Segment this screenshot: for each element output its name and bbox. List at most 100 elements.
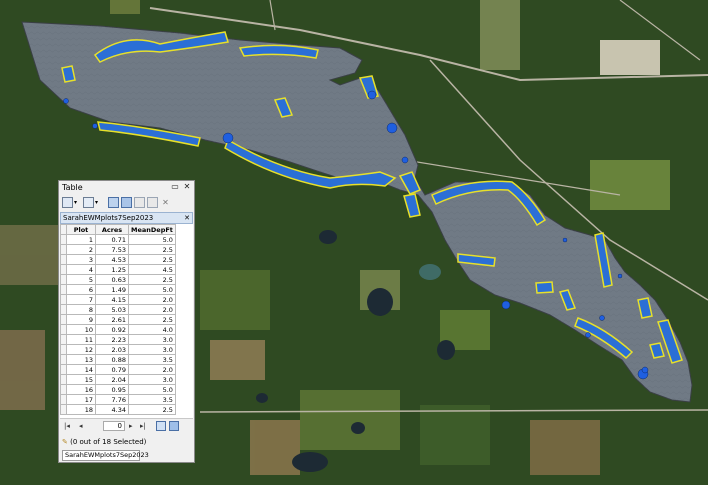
table-row[interactable]: 6 1.49 5.0 bbox=[60, 284, 176, 295]
table-header-row: Plot Acres MeanDepFt bbox=[60, 224, 176, 235]
cell-plot: 6 bbox=[66, 284, 96, 295]
zoom-to-selected-icon[interactable] bbox=[147, 197, 158, 208]
select-by-attributes-icon[interactable] bbox=[108, 197, 119, 208]
cell-acres: 0.71 bbox=[95, 234, 129, 245]
cell-plot: 4 bbox=[66, 264, 96, 275]
cell-plot: 10 bbox=[66, 324, 96, 335]
cell-acres: 0.79 bbox=[95, 364, 129, 375]
table-row[interactable]: 10 0.92 4.0 bbox=[60, 324, 176, 335]
cell-plot: 1 bbox=[66, 234, 96, 245]
table-row[interactable]: 17 7.76 3.5 bbox=[60, 394, 176, 405]
cell-meandepft: 2.5 bbox=[128, 274, 176, 285]
layer-table-tab[interactable]: SarahEWMplots7Sep2023 ✕ bbox=[60, 212, 193, 224]
table-row[interactable]: 13 0.88 3.5 bbox=[60, 354, 176, 365]
cell-meandepft: 3.5 bbox=[128, 354, 176, 365]
cell-meandepft: 5.0 bbox=[128, 284, 176, 295]
next-record-icon[interactable]: ▸ bbox=[129, 422, 133, 430]
cell-meandepft: 4.5 bbox=[128, 264, 176, 275]
window-titlebar[interactable]: Table ▭ ✕ bbox=[59, 181, 194, 194]
related-tables-icon[interactable] bbox=[83, 197, 94, 208]
table-row[interactable]: 4 1.25 4.5 bbox=[60, 264, 176, 275]
cell-plot: 7 bbox=[66, 294, 96, 305]
close-icon[interactable]: ✕ bbox=[182, 182, 192, 192]
cell-acres: 2.04 bbox=[95, 374, 129, 385]
cell-plot: 18 bbox=[66, 404, 96, 415]
cell-plot: 12 bbox=[66, 344, 96, 355]
delete-selected-icon[interactable]: ✕ bbox=[160, 197, 171, 208]
pin-icon[interactable]: ▭ bbox=[170, 182, 180, 192]
layer-table-name: SarahEWMplots7Sep2023 bbox=[63, 214, 154, 222]
column-header-acres[interactable]: Acres bbox=[95, 224, 129, 235]
cell-acres: 2.23 bbox=[95, 334, 129, 345]
table-options-icon[interactable] bbox=[62, 197, 73, 208]
cell-plot: 3 bbox=[66, 254, 96, 265]
cell-meandepft: 3.0 bbox=[128, 344, 176, 355]
table-row[interactable]: 16 0.95 5.0 bbox=[60, 384, 176, 395]
cell-plot: 16 bbox=[66, 384, 96, 395]
cell-meandepft: 2.5 bbox=[128, 404, 176, 415]
first-record-icon[interactable]: |◂ bbox=[64, 422, 70, 430]
cell-acres: 7.53 bbox=[95, 244, 129, 255]
previous-record-icon[interactable]: ◂ bbox=[79, 422, 83, 430]
cell-acres: 1.49 bbox=[95, 284, 129, 295]
table-row[interactable]: 7 4.15 2.0 bbox=[60, 294, 176, 305]
table-row[interactable]: 8 5.03 2.0 bbox=[60, 304, 176, 315]
table-row[interactable]: 2 7.53 2.5 bbox=[60, 244, 176, 255]
cell-acres: 4.53 bbox=[95, 254, 129, 265]
cell-meandepft: 2.0 bbox=[128, 304, 176, 315]
current-record-field[interactable]: 0 bbox=[103, 421, 125, 431]
table-row[interactable]: 18 4.34 2.5 bbox=[60, 404, 176, 415]
cell-acres: 2.03 bbox=[95, 344, 129, 355]
switch-selection-icon[interactable] bbox=[121, 197, 132, 208]
cell-acres: 0.88 bbox=[95, 354, 129, 365]
cell-meandepft: 3.5 bbox=[128, 394, 176, 405]
cell-acres: 0.92 bbox=[95, 324, 129, 335]
cell-meandepft: 2.5 bbox=[128, 314, 176, 325]
table-row[interactable]: 14 0.79 2.0 bbox=[60, 364, 176, 375]
column-header-plot[interactable]: Plot bbox=[66, 224, 96, 235]
cell-acres: 5.03 bbox=[95, 304, 129, 315]
cell-plot: 9 bbox=[66, 314, 96, 325]
attribute-table-window[interactable]: Table ▭ ✕ ▾ ▾ ✕ SarahEWMplots7Sep2023 ✕ … bbox=[58, 180, 195, 463]
cell-plot: 15 bbox=[66, 374, 96, 385]
table-row[interactable]: 3 4.53 2.5 bbox=[60, 254, 176, 265]
window-title: Table bbox=[62, 183, 83, 192]
column-header-meandepft[interactable]: MeanDepFt bbox=[128, 224, 176, 235]
clear-selection-icon[interactable] bbox=[134, 197, 145, 208]
table-toolbar: ▾ ▾ ✕ bbox=[59, 195, 194, 211]
table-row[interactable]: 11 2.23 3.0 bbox=[60, 334, 176, 345]
cell-meandepft: 4.0 bbox=[128, 324, 176, 335]
dropdown-icon[interactable]: ▾ bbox=[95, 197, 106, 208]
cell-meandepft: 3.0 bbox=[128, 374, 176, 385]
cell-plot: 13 bbox=[66, 354, 96, 365]
table-row[interactable]: 15 2.04 3.0 bbox=[60, 374, 176, 385]
table-row[interactable]: 12 2.03 3.0 bbox=[60, 344, 176, 355]
cell-meandepft: 2.5 bbox=[128, 254, 176, 265]
plot-polygon bbox=[535, 281, 554, 294]
cell-plot: 17 bbox=[66, 394, 96, 405]
attribute-grid[interactable]: Plot Acres MeanDepFt 1 0.71 5.0 2 7.53 2.5 3 4.… bbox=[60, 224, 193, 419]
attribute-table: Plot Acres MeanDepFt 1 0.71 5.0 2 7.53 2.5 3 4.… bbox=[60, 224, 176, 415]
show-selected-records-icon[interactable] bbox=[169, 421, 179, 431]
table-row[interactable]: 5 0.63 2.5 bbox=[60, 274, 176, 285]
record-navigation: |◂ ◂ 0 ▸ ▸| bbox=[60, 420, 193, 434]
last-record-icon[interactable]: ▸| bbox=[140, 422, 146, 430]
cell-acres: 4.34 bbox=[95, 404, 129, 415]
show-all-records-icon[interactable] bbox=[156, 421, 166, 431]
cell-plot: 5 bbox=[66, 274, 96, 285]
cell-plot: 14 bbox=[66, 364, 96, 375]
cell-meandepft: 2.0 bbox=[128, 364, 176, 375]
selection-count-text: (0 out of 18 Selected) bbox=[70, 438, 147, 446]
cell-acres: 2.61 bbox=[95, 314, 129, 325]
cell-meandepft: 5.0 bbox=[128, 384, 176, 395]
close-tab-icon[interactable]: ✕ bbox=[184, 213, 190, 223]
plot-polygon bbox=[61, 65, 76, 83]
table-row[interactable]: 1 0.71 5.0 bbox=[60, 234, 176, 245]
bottom-layer-tab[interactable]: SarahEWMplots7Sep2023 bbox=[62, 450, 149, 461]
bottom-layer-tab-label: SarahEWMplots7Sep2023 bbox=[65, 451, 149, 459]
selection-pencil-icon: ✎ bbox=[62, 438, 68, 446]
cell-meandepft: 2.0 bbox=[128, 294, 176, 305]
cell-meandepft: 2.5 bbox=[128, 244, 176, 255]
cell-meandepft: 5.0 bbox=[128, 234, 176, 245]
table-row[interactable]: 9 2.61 2.5 bbox=[60, 314, 176, 325]
